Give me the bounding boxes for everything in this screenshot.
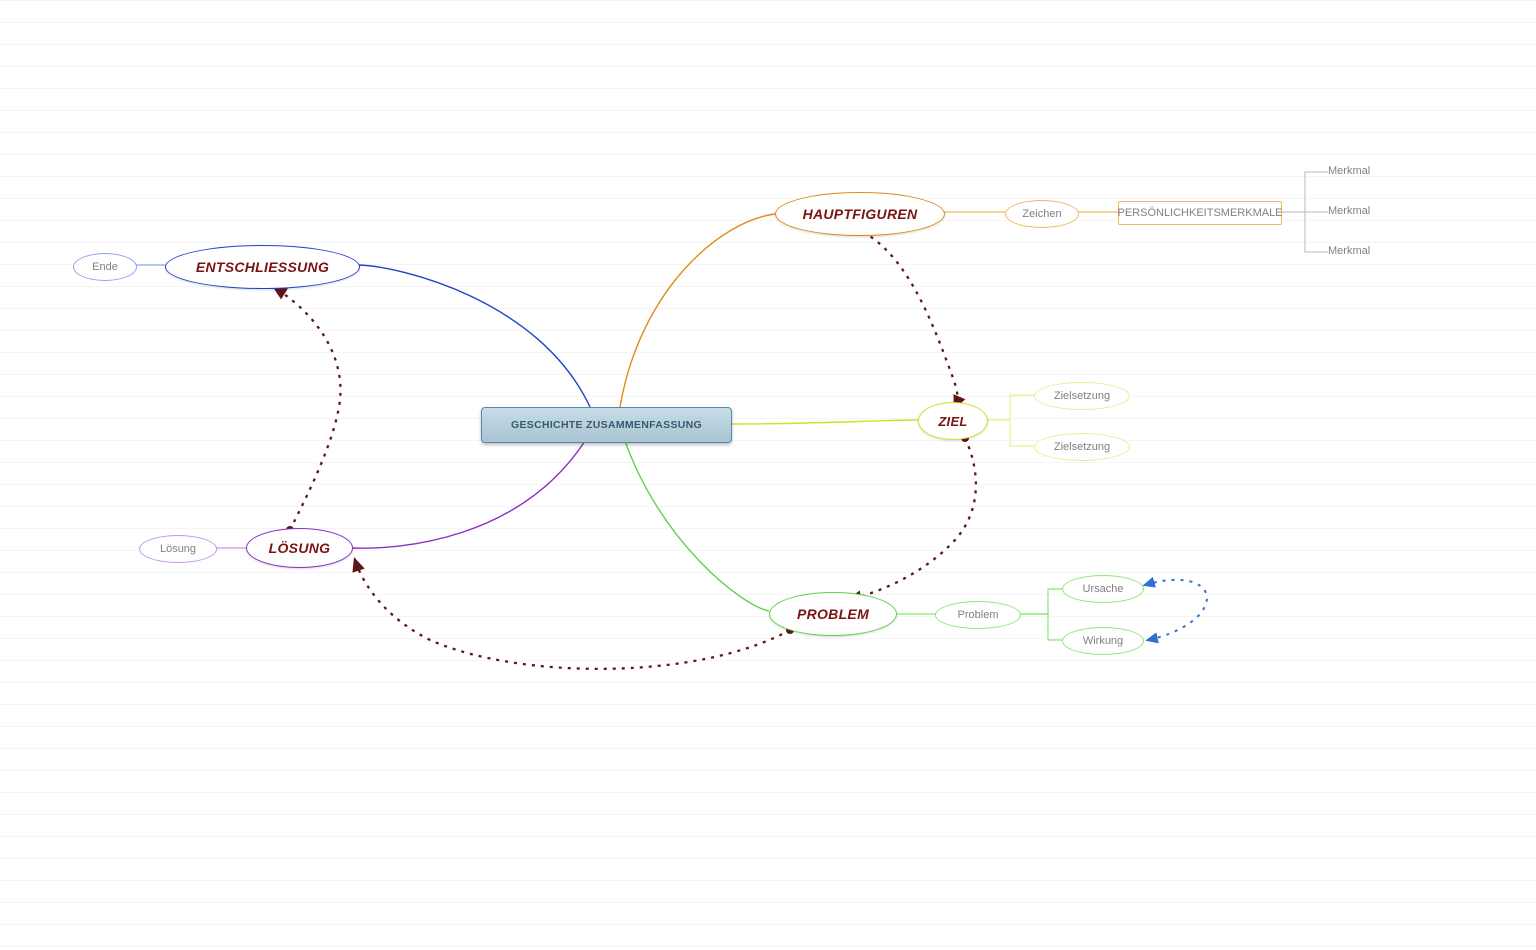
node-zielsetzung-2-label: Zielsetzung (1054, 441, 1110, 453)
mindmap-canvas[interactable]: GESCHICHTE ZUSAMMENFASSUNG HAUPTFIGUREN … (0, 0, 1536, 950)
leaf-merkmal-2[interactable]: Merkmal (1328, 205, 1370, 217)
node-zielsetzung-2[interactable]: Zielsetzung (1034, 433, 1130, 461)
node-ziel[interactable]: ZIEL (918, 402, 988, 440)
node-wirkung-label: Wirkung (1083, 635, 1123, 647)
node-problem-sub[interactable]: Problem (935, 601, 1021, 629)
node-zeichen-label: Zeichen (1022, 208, 1061, 220)
connectors-layer (0, 0, 1536, 950)
node-ursache-label: Ursache (1083, 583, 1124, 595)
node-problem-label: PROBLEM (797, 606, 869, 622)
node-ziel-label: ZIEL (938, 414, 967, 429)
node-merkmale-label: PERSÖNLICHKEITSMERKMALE (1117, 207, 1282, 219)
node-problem-sub-label: Problem (958, 609, 999, 621)
central-topic-label: GESCHICHTE ZUSAMMENFASSUNG (511, 419, 702, 431)
node-zeichen[interactable]: Zeichen (1005, 200, 1079, 228)
node-zielsetzung-1-label: Zielsetzung (1054, 390, 1110, 402)
node-ende[interactable]: Ende (73, 253, 137, 281)
node-ursache[interactable]: Ursache (1062, 575, 1144, 603)
leaf-merkmal-3[interactable]: Merkmal (1328, 245, 1370, 257)
node-loesung-label: LÖSUNG (269, 540, 331, 556)
node-ende-label: Ende (92, 261, 118, 273)
node-problem[interactable]: PROBLEM (769, 592, 897, 636)
node-entschliessung-label: ENTSCHLIESSUNG (196, 259, 329, 275)
central-topic[interactable]: GESCHICHTE ZUSAMMENFASSUNG (481, 407, 732, 443)
node-loesung-sub[interactable]: Lösung (139, 535, 217, 563)
leaf-merkmal-1[interactable]: Merkmal (1328, 165, 1370, 177)
node-merkmale[interactable]: PERSÖNLICHKEITSMERKMALE (1118, 201, 1282, 225)
node-loesung[interactable]: LÖSUNG (246, 528, 353, 568)
node-zielsetzung-1[interactable]: Zielsetzung (1034, 382, 1130, 410)
node-hauptfiguren[interactable]: HAUPTFIGUREN (775, 192, 945, 236)
node-hauptfiguren-label: HAUPTFIGUREN (803, 206, 918, 222)
node-wirkung[interactable]: Wirkung (1062, 627, 1144, 655)
node-loesung-sub-label: Lösung (160, 543, 196, 555)
node-entschliessung[interactable]: ENTSCHLIESSUNG (165, 245, 360, 289)
